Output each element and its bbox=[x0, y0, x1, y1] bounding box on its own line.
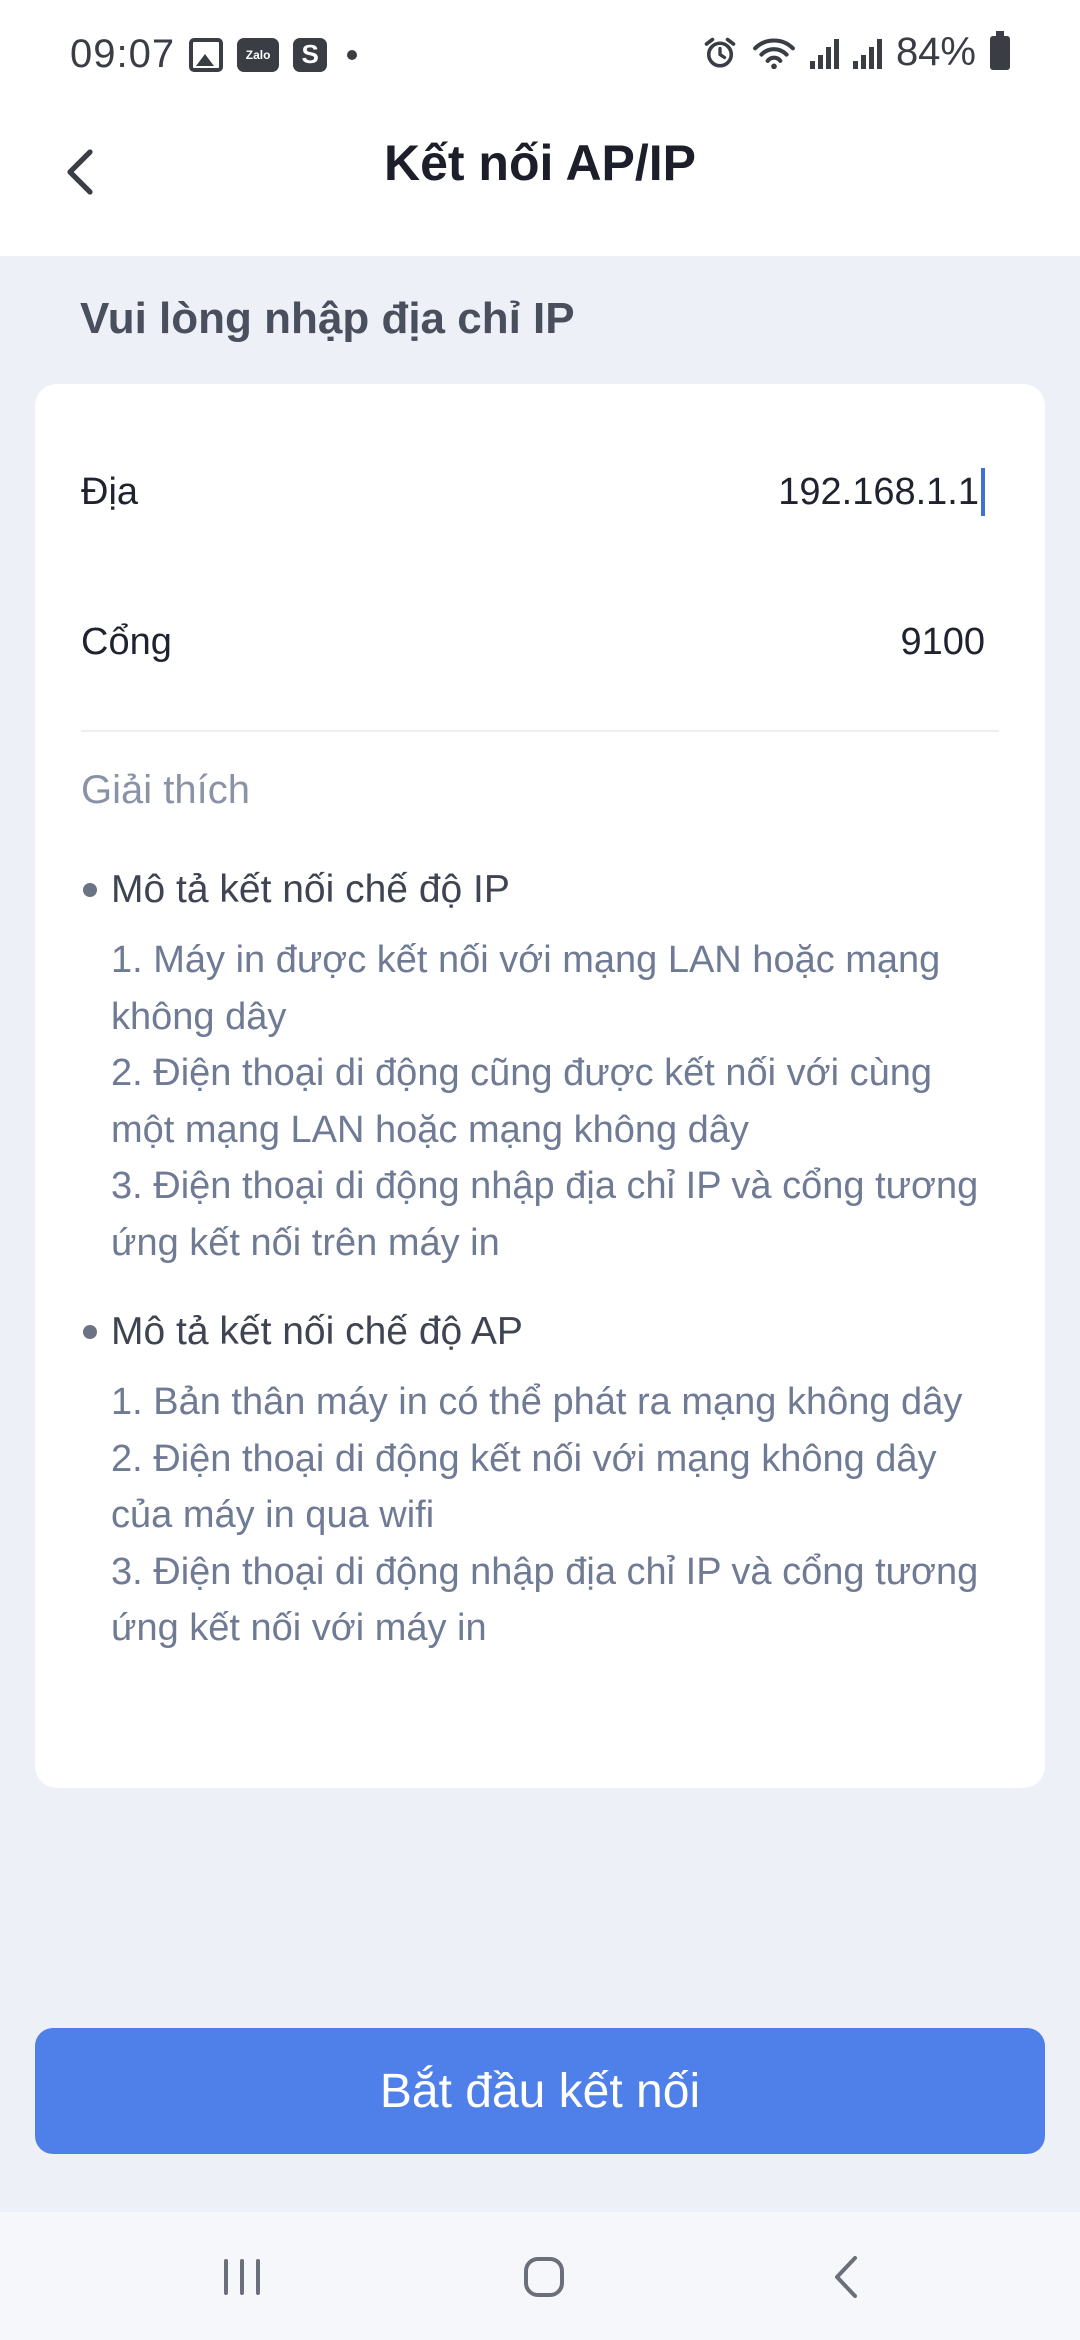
back-icon bbox=[835, 2256, 857, 2298]
home-button[interactable] bbox=[494, 2242, 594, 2312]
text-cursor bbox=[981, 468, 985, 516]
bullet-icon bbox=[83, 883, 97, 897]
status-bar-left: 09:07 Zalo S bbox=[70, 32, 358, 77]
port-input[interactable]: 9100 bbox=[900, 621, 985, 664]
battery-icon bbox=[990, 30, 1010, 70]
page-title: Kết nối AP/IP bbox=[383, 135, 697, 191]
ip-step-2: 2. Điện thoại di động cũng được kết nối … bbox=[111, 1052, 932, 1151]
recent-apps-icon bbox=[224, 2259, 260, 2295]
ip-mode-section: Mô tả kết nối chế độ IP 1. Máy in được k… bbox=[81, 860, 985, 1271]
home-icon bbox=[524, 2257, 564, 2297]
ap-mode-heading: Mô tả kết nối chế độ AP bbox=[81, 1302, 985, 1362]
start-connect-button[interactable]: Bắt đầu kết nối bbox=[35, 2028, 1045, 2154]
address-row[interactable]: Địa 192.168.1.1 bbox=[81, 452, 985, 532]
ap-mode-steps: 1. Bản thân máy in có thể phát ra mạng k… bbox=[111, 1374, 985, 1657]
section-title: Vui lòng nhập địa chỉ IP bbox=[80, 294, 575, 343]
ap-step-1: 1. Bản thân máy in có thể phát ra mạng k… bbox=[111, 1381, 963, 1423]
divider bbox=[81, 730, 999, 732]
ap-mode-heading-text: Mô tả kết nối chế độ AP bbox=[111, 1310, 523, 1353]
status-time: 09:07 bbox=[70, 32, 176, 76]
ip-step-3: 3. Điện thoại di động nhập địa chỉ IP và… bbox=[111, 1165, 979, 1264]
ip-mode-heading: Mô tả kết nối chế độ IP bbox=[81, 860, 985, 920]
system-back-button[interactable] bbox=[796, 2242, 896, 2312]
ap-step-2: 2. Điện thoại di động kết nối với mạng k… bbox=[111, 1437, 937, 1537]
gallery-notification-icon bbox=[189, 37, 224, 72]
alarm-icon bbox=[704, 37, 736, 68]
ip-settings-card: Địa 192.168.1.1 Cổng 9100 Giải thích Mô … bbox=[35, 384, 1045, 1788]
ap-mode-section: Mô tả kết nối chế độ AP 1. Bản thân máy … bbox=[81, 1302, 985, 1657]
signal-icon bbox=[809, 37, 839, 69]
app-header: Kết nối AP/IP bbox=[0, 112, 1080, 256]
ap-step-3: 3. Điện thoại di động nhập địa chỉ IP và… bbox=[111, 1550, 979, 1650]
status-bar-right: 84% bbox=[702, 30, 1010, 75]
port-value: 9100 bbox=[900, 620, 985, 663]
s-notification-icon: S bbox=[293, 37, 328, 72]
battery-percent: 84% bbox=[895, 30, 976, 74]
recent-apps-button[interactable] bbox=[192, 2242, 292, 2312]
address-input[interactable]: 192.168.1.1 bbox=[778, 468, 985, 516]
signal-icon-2 bbox=[852, 37, 882, 69]
bullet-icon bbox=[83, 1325, 97, 1339]
zalo-notification-icon: Zalo bbox=[237, 37, 280, 72]
wifi-icon bbox=[753, 37, 795, 69]
ip-mode-heading-text: Mô tả kết nối chế độ IP bbox=[111, 868, 510, 911]
address-value: 192.168.1.1 bbox=[778, 470, 979, 513]
more-notifications-dot-icon bbox=[347, 49, 358, 60]
ip-step-1: 1. Máy in được kết nối với mạng LAN hoặc… bbox=[111, 939, 941, 1038]
system-navigation-bar bbox=[0, 2212, 1080, 2340]
port-label: Cổng bbox=[81, 620, 172, 663]
status-bar: 09:07 Zalo S 84% bbox=[0, 0, 1080, 112]
explanation-title: Giải thích bbox=[81, 768, 250, 812]
port-row[interactable]: Cổng 9100 bbox=[81, 602, 985, 682]
ip-mode-steps: 1. Máy in được kết nối với mạng LAN hoặc… bbox=[111, 932, 985, 1271]
address-label: Địa bbox=[81, 470, 139, 513]
